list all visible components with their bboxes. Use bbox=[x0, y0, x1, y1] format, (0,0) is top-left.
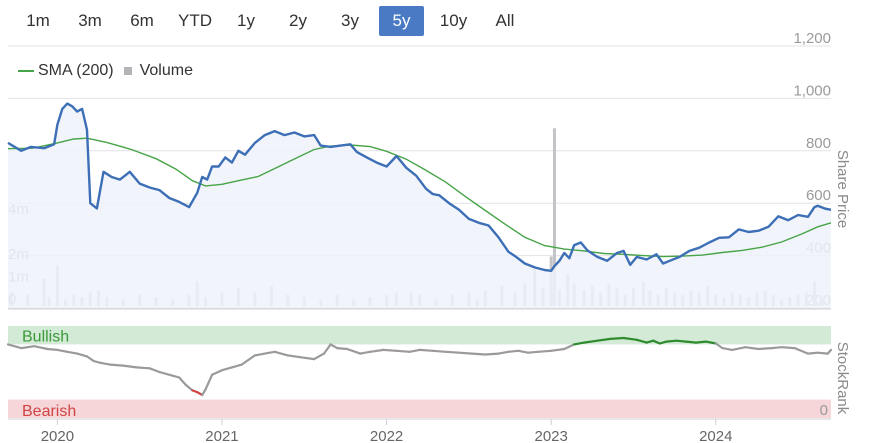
stockrank-line-segment bbox=[329, 343, 339, 350]
stockrank-line-segment bbox=[99, 361, 112, 366]
stockrank-line-segment bbox=[204, 373, 214, 391]
stockrank-line-segment bbox=[85, 355, 95, 363]
stockrank-line-segment bbox=[395, 349, 411, 353]
price-tick-label: 1,200 bbox=[793, 30, 831, 47]
stockrank-line-segment bbox=[457, 351, 474, 355]
stockrank-line-segment bbox=[408, 348, 421, 353]
bearish-label: Bearish bbox=[22, 403, 76, 420]
stockrank-line-segment bbox=[757, 347, 773, 351]
stockrank-line-segment bbox=[806, 351, 819, 355]
stockrank-line-segment bbox=[517, 349, 530, 354]
stockrank-line-segment bbox=[148, 367, 161, 374]
price-chart-svg: 2004006008001,0001,200Share Price01m2m4m… bbox=[6, 30, 851, 443]
x-tick-label: 2023 bbox=[534, 428, 567, 443]
stockrank-line-segment bbox=[158, 370, 174, 377]
stockrank-line-segment bbox=[471, 352, 487, 356]
stockrank-line-segment bbox=[75, 352, 89, 358]
x-tick-label: 2022 bbox=[370, 428, 403, 443]
stockrank-line-segment bbox=[122, 364, 138, 369]
stockrank-line-segment bbox=[497, 350, 510, 355]
stockrank-line-segment bbox=[418, 348, 434, 352]
price-tick-label: 800 bbox=[806, 135, 831, 152]
stockrank-line-segment bbox=[609, 336, 625, 340]
stockrank-line-segment bbox=[184, 383, 194, 392]
stockrank-line-segment bbox=[6, 343, 23, 350]
bullish-label: Bullish bbox=[22, 328, 69, 345]
stockrank-line-segment bbox=[273, 350, 289, 357]
stockrank-line-segment bbox=[744, 346, 760, 351]
stockrank-line-segment bbox=[665, 339, 678, 343]
stockrank-line-segment bbox=[780, 346, 796, 350]
stockrank-line-segment bbox=[536, 349, 553, 353]
stockrank-line-segment bbox=[253, 352, 266, 357]
stockrank-axis-title: StockRank bbox=[834, 342, 851, 415]
price-tick-label: 600 bbox=[806, 187, 831, 204]
price-area bbox=[8, 103, 831, 308]
stockrank-line-segment bbox=[484, 352, 500, 356]
stockrank-line-segment bbox=[346, 347, 362, 355]
stockrank-line-segment bbox=[286, 354, 303, 359]
stockrank-line-segment bbox=[135, 366, 151, 370]
share-price-axis-title: Share Price bbox=[834, 150, 851, 228]
stockrank-line-segment bbox=[230, 363, 243, 369]
stockrank-line-segment bbox=[336, 347, 349, 351]
stockrank-line-segment bbox=[220, 366, 233, 372]
stockrank-line-segment bbox=[56, 348, 69, 353]
stockrank-line-segment bbox=[33, 345, 49, 351]
stockrank-line-segment bbox=[793, 347, 810, 355]
stockrank-line-segment bbox=[731, 346, 747, 351]
stockrank-line-segment bbox=[322, 343, 332, 355]
stockrank-line-segment bbox=[563, 343, 576, 351]
stockrank-line-segment bbox=[359, 350, 372, 355]
stockrank-line-segment bbox=[46, 347, 59, 351]
x-tick-label: 2024 bbox=[699, 428, 732, 443]
bearish-band bbox=[8, 399, 831, 418]
stockrank-line-segment bbox=[263, 350, 276, 355]
stockrank-line-segment bbox=[444, 350, 461, 354]
stockrank-line-segment bbox=[431, 349, 447, 353]
stockrank-line-segment bbox=[721, 347, 734, 351]
stockrank-line-segment bbox=[826, 348, 833, 355]
stockrank-line-segment bbox=[240, 354, 256, 366]
stockrank-line-segment bbox=[526, 350, 540, 354]
stockrank-line-segment bbox=[694, 340, 708, 344]
stockrank-line-segment bbox=[369, 348, 385, 353]
x-tick-label: 2021 bbox=[205, 428, 238, 443]
stockrank-line-segment bbox=[66, 350, 79, 355]
price-tick-label: 1,000 bbox=[793, 82, 831, 99]
stockrank-line-segment bbox=[675, 339, 688, 343]
stockrank-line-segment bbox=[770, 346, 783, 350]
stockrank-line-segment bbox=[211, 369, 224, 376]
stockrank-line-segment bbox=[20, 345, 36, 350]
stockrank-line-segment bbox=[685, 340, 698, 344]
stockrank-line-segment bbox=[507, 349, 520, 353]
stockrank-line-segment bbox=[313, 352, 326, 361]
stockrank-line-segment bbox=[178, 376, 187, 386]
x-tick-label: 2020 bbox=[41, 428, 74, 443]
stockrank-tick-label: 0 bbox=[820, 402, 828, 419]
stockrank-line-segment bbox=[299, 356, 316, 361]
stockrank-line-segment bbox=[108, 363, 125, 367]
stockrank-line-segment bbox=[550, 347, 566, 352]
stockrank-line-segment bbox=[382, 348, 398, 352]
stockrank-line-segment bbox=[816, 351, 829, 355]
